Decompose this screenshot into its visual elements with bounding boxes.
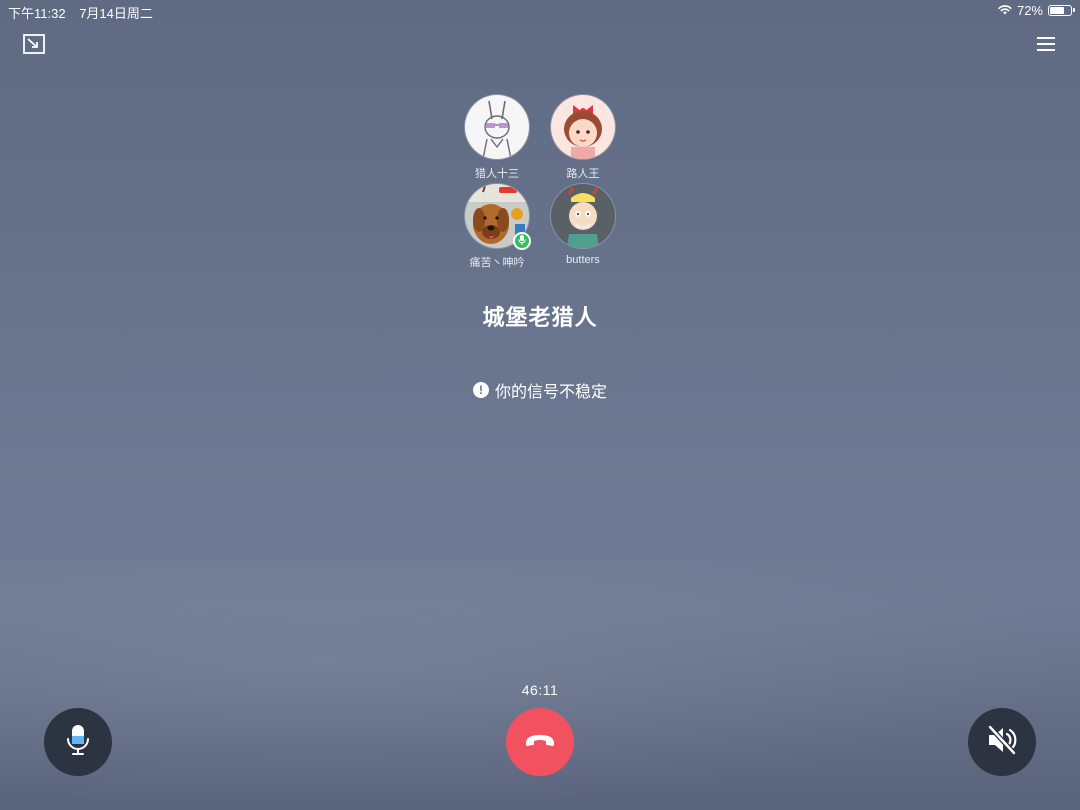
status-right: 72% <box>998 3 1075 18</box>
status-date: 7月14日周二 <box>79 6 153 21</box>
microphone-icon <box>66 724 90 761</box>
warning-text: 你的信号不稳定 <box>494 384 607 401</box>
bunny-sketch-avatar <box>465 95 529 159</box>
mute-microphone-button[interactable] <box>44 708 112 776</box>
status-time: 下午11:32 <box>8 6 66 21</box>
menu-icon <box>1036 35 1056 58</box>
status-left: 下午11:32 7月14日周二 <box>8 3 153 22</box>
hang-up-icon <box>524 733 556 752</box>
battery-icon <box>1048 5 1075 16</box>
speaker-muted-icon <box>986 724 1018 760</box>
avatar-wrap <box>551 95 615 159</box>
minimize-window-icon <box>23 33 45 59</box>
battery-fill <box>1050 7 1064 14</box>
cartoon-girl-avatar <box>551 95 615 159</box>
avatar-wrap <box>465 95 529 159</box>
avatar-wrap <box>551 184 615 248</box>
call-timer: 46:11 <box>521 682 559 698</box>
signal-warning: ! 你的信号不稳定 <box>0 378 1080 402</box>
battery-percent: 72% <box>1016 3 1043 18</box>
minimize-button[interactable] <box>20 32 48 60</box>
hang-up-button[interactable] <box>506 708 574 776</box>
participant-4[interactable]: butters <box>528 184 638 266</box>
speaker-toggle-button[interactable] <box>968 708 1036 776</box>
participant-name: butters <box>566 254 600 266</box>
microphone-icon <box>518 232 526 250</box>
status-bar: 下午11:32 7月14日周二 72% <box>0 0 1080 22</box>
wifi-icon <box>998 3 1012 18</box>
participant-name: 路人王 <box>566 168 600 180</box>
participant-2[interactable]: 路人王 <box>528 95 638 181</box>
warning-icon: ! <box>472 382 489 398</box>
avatar-wrap <box>465 184 531 250</box>
butters-cartoon-avatar <box>551 184 615 248</box>
menu-button[interactable] <box>1032 32 1060 60</box>
group-name: 城堡老猎人 <box>482 305 598 330</box>
